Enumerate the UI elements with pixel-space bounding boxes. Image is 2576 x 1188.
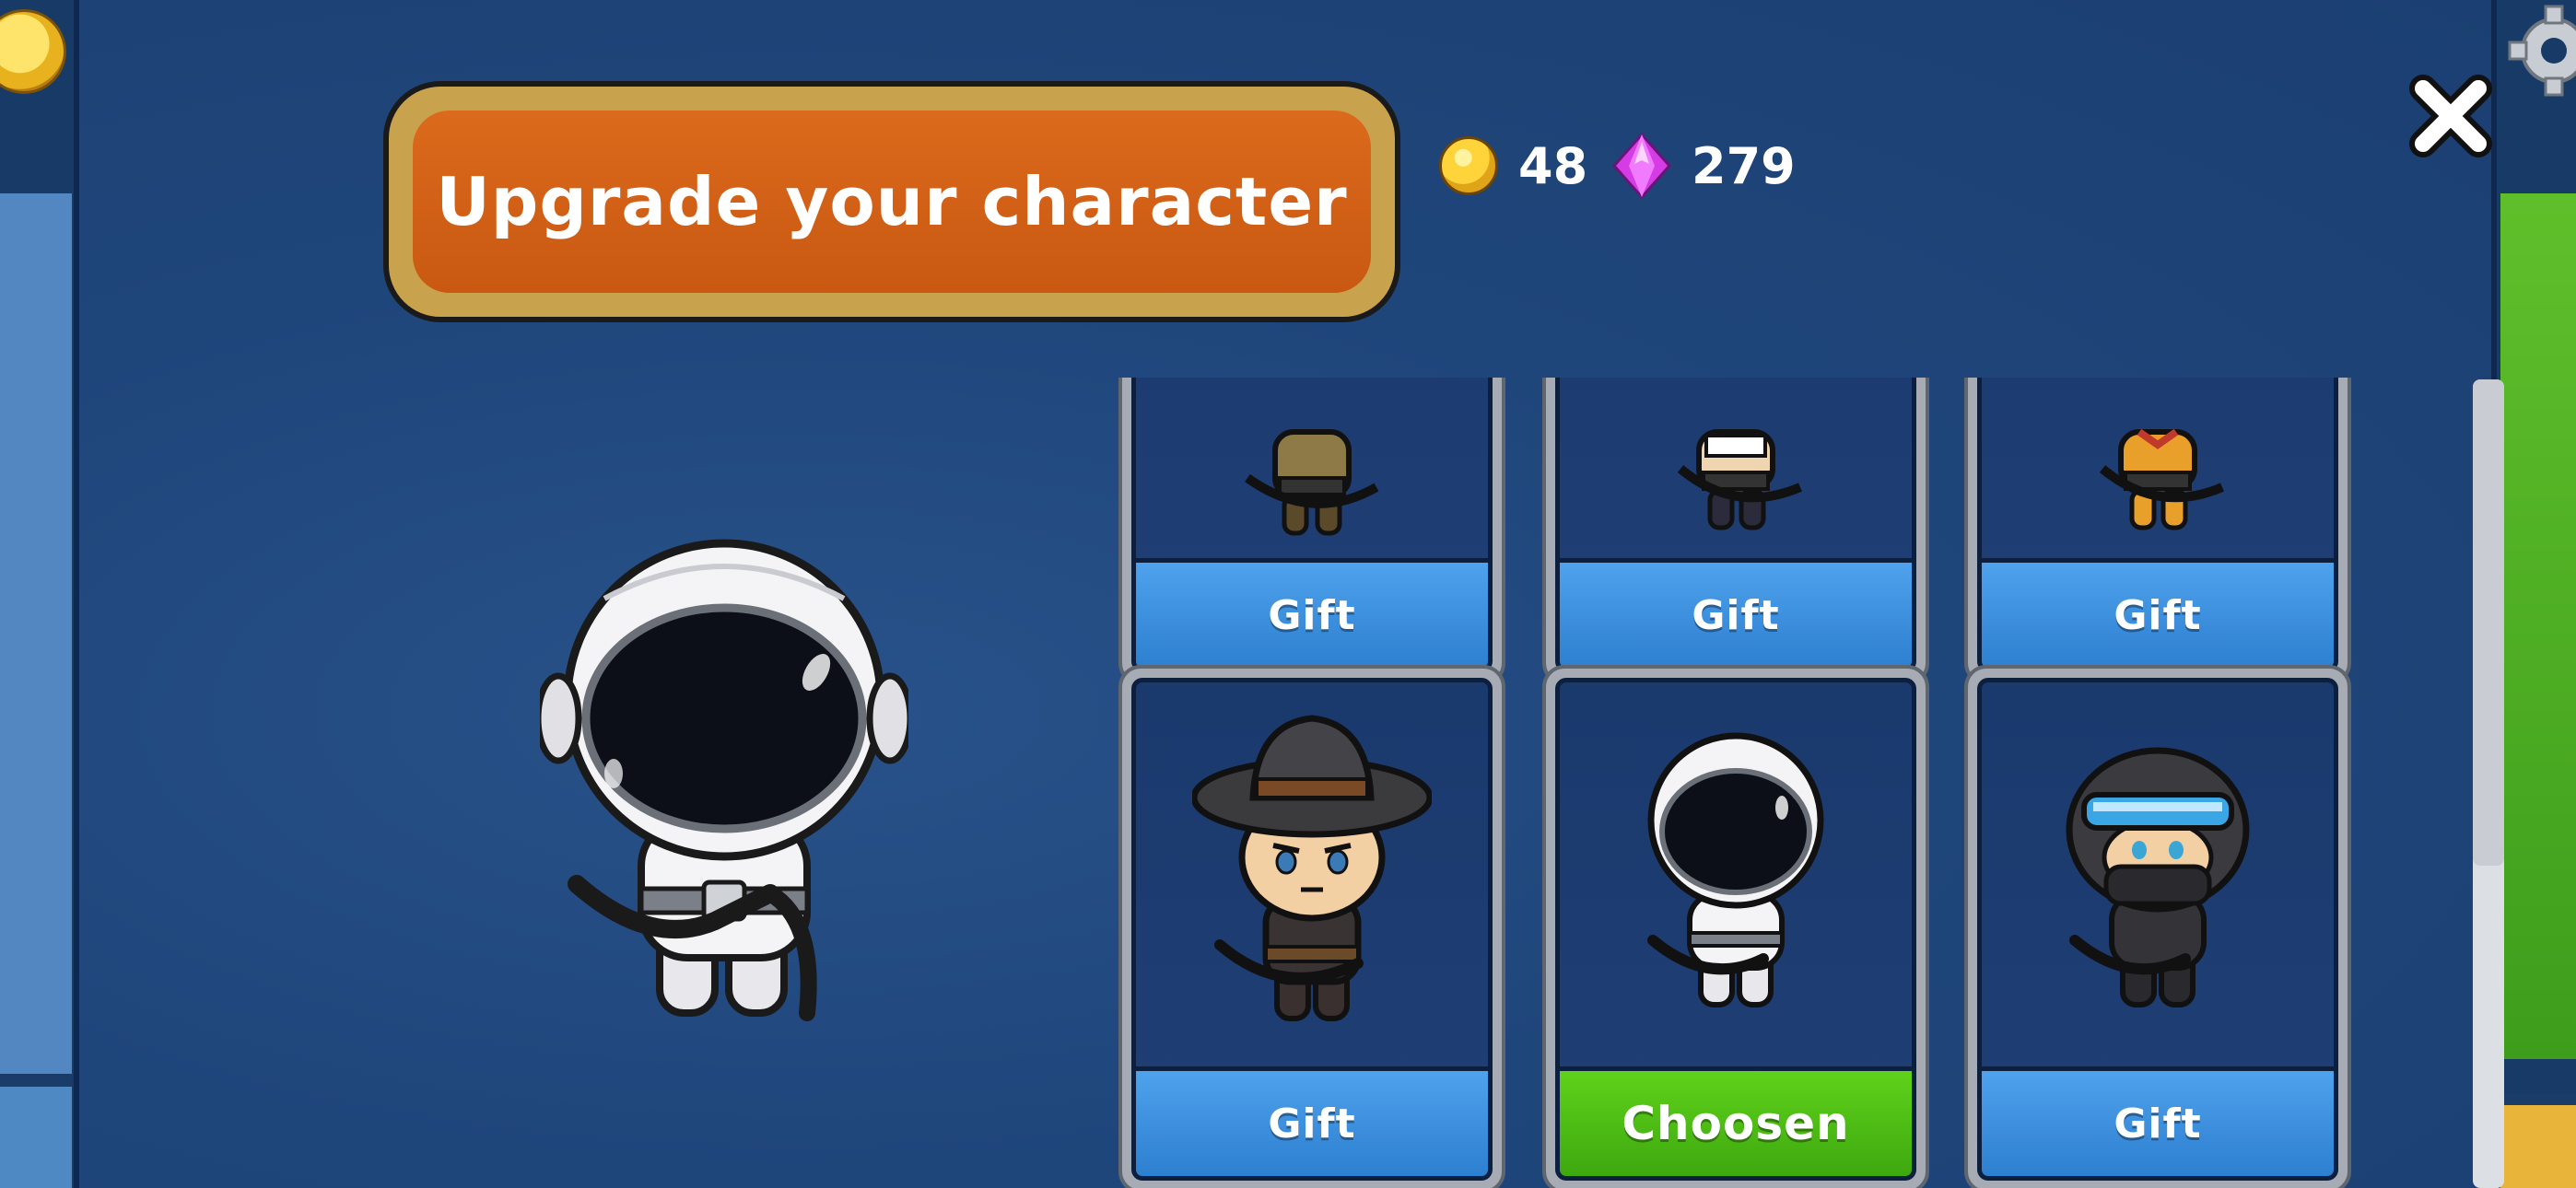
gift-button[interactable]: Gift xyxy=(1982,1066,2334,1176)
character-card-cowboy[interactable]: Gift xyxy=(1118,665,1505,1188)
page-title: Upgrade your character xyxy=(436,163,1348,240)
background-left-strip xyxy=(0,0,83,1188)
character-grid: Gift Gift Gift Gift Choosen Gift xyxy=(1118,378,2353,1188)
astronaut-character-icon xyxy=(1647,732,1824,1007)
title-banner: Upgrade your character xyxy=(383,81,1400,322)
chosen-button[interactable]: Choosen xyxy=(1560,1066,1912,1176)
background-right-green xyxy=(2500,193,2576,1059)
character-upgrade-panel: Upgrade your character 48 279 Gift Gift … xyxy=(74,0,2504,1188)
gem-counter: 279 xyxy=(1612,129,1796,203)
gift-button[interactable]: Gift xyxy=(1136,558,1488,668)
character-card-explorer[interactable]: Gift xyxy=(1118,378,1505,685)
close-icon[interactable] xyxy=(2405,70,2497,162)
gear-icon[interactable] xyxy=(2497,0,2576,101)
character-card-astronaut[interactable]: Choosen xyxy=(1542,665,1929,1188)
gift-button[interactable]: Gift xyxy=(1560,558,1912,668)
gem-icon xyxy=(1612,133,1671,199)
scrollbar-track[interactable] xyxy=(2473,379,2504,1188)
cowboy-character-icon xyxy=(1192,715,1432,1021)
character-preview xyxy=(540,539,908,1021)
background-left-bottom xyxy=(0,1074,72,1188)
gem-count: 279 xyxy=(1692,136,1796,195)
character-card-bandit[interactable]: Gift xyxy=(1964,378,2351,685)
coin-count: 48 xyxy=(1518,136,1588,195)
coin-counter: 48 xyxy=(1439,129,1587,203)
coin-icon xyxy=(1439,136,1498,195)
character-card-ninja[interactable]: Gift xyxy=(1964,665,2351,1188)
gift-button[interactable]: Gift xyxy=(1982,558,2334,668)
ninja-character-icon xyxy=(2066,747,2250,1007)
title-banner-inner: Upgrade your character xyxy=(413,111,1371,293)
background-left-band xyxy=(0,193,72,1077)
gift-button[interactable]: Gift xyxy=(1136,1066,1488,1176)
background-right-yellow xyxy=(2500,1094,2576,1188)
character-card-maid[interactable]: Gift xyxy=(1542,378,1929,685)
scrollbar-thumb[interactable] xyxy=(2473,379,2504,866)
